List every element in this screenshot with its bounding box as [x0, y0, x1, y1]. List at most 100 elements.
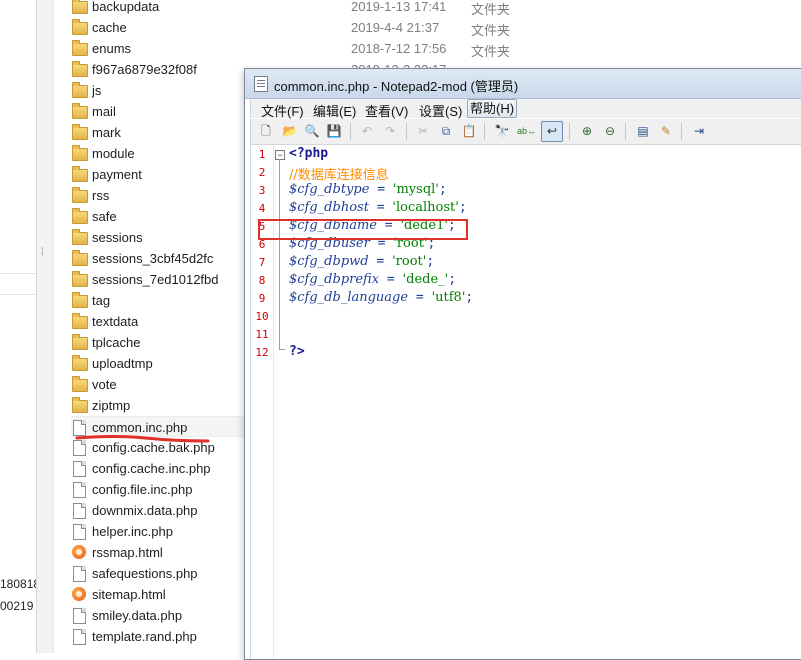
undo-icon[interactable]: ↶	[359, 123, 375, 139]
toolbar-separator	[681, 123, 682, 140]
file-name: smiley.data.php	[92, 608, 183, 623]
code-variable: $cfg_dbtype	[289, 182, 370, 197]
open-file-icon[interactable]: 📂	[282, 123, 298, 139]
line-number: 7	[258, 256, 266, 269]
code-variable: $cfg_db_language	[289, 290, 409, 305]
line-number: 8	[258, 274, 266, 287]
file-name: enums	[92, 41, 132, 56]
file-name: tplcache	[92, 335, 141, 350]
file-name: helper.inc.php	[92, 524, 173, 539]
customize-icon[interactable]: ✎	[658, 123, 674, 139]
line-number: 2	[258, 166, 266, 179]
code-line-9[interactable]: $cfg_db_language = 'utf8';	[289, 290, 473, 308]
file-name: sessions_3cbf45d2fc	[92, 251, 214, 266]
file-icon	[71, 523, 87, 540]
notepad-app-icon	[254, 76, 268, 92]
file-name: config.cache.inc.php	[92, 461, 211, 476]
word-wrap-icon[interactable]: ↩	[541, 121, 563, 142]
folder-row[interactable]: cache 2019-4-4 21:37 文件夹	[71, 17, 510, 38]
file-name: rss	[92, 188, 110, 203]
nav-item-text[interactable]: 00219	[0, 599, 33, 613]
file-icon	[71, 481, 87, 498]
code-variable: $cfg_dbpwd	[289, 254, 369, 269]
fold-toggle-icon[interactable]: −	[275, 150, 285, 160]
find-icon[interactable]: 🔭	[494, 123, 510, 139]
code-line-3[interactable]: $cfg_dbtype = 'mysql';	[289, 182, 447, 200]
code-string: 'root'	[392, 254, 427, 269]
code-line-1[interactable]: <?php	[289, 146, 328, 164]
menu-settings[interactable]: 设置(S)	[417, 101, 464, 120]
fold-guide-end	[279, 349, 285, 350]
folder-icon	[71, 208, 88, 224]
zoom-in-icon[interactable]: ⊕	[579, 123, 595, 139]
red-underline-annotation	[75, 435, 210, 443]
folder-icon	[71, 355, 88, 371]
settings-icon[interactable]: ▤	[635, 123, 651, 139]
paste-icon[interactable]: 📋	[461, 123, 477, 139]
html-file-icon	[71, 544, 87, 560]
folder-icon	[71, 103, 88, 119]
window-titlebar[interactable]: common.inc.php - Notepad2-mod (管理员)	[245, 69, 801, 99]
file-name: ziptmp	[92, 398, 131, 413]
line-number: 12	[255, 346, 269, 359]
file-icon	[71, 565, 87, 582]
file-name: module	[92, 146, 135, 161]
code-variable: $cfg_dbhost	[289, 200, 369, 215]
file-type: 文件夹	[471, 2, 511, 17]
file-name: sessions_7ed1012fbd	[92, 272, 219, 287]
pane-splitter[interactable]: ⁞	[36, 0, 54, 653]
folder-icon	[71, 271, 88, 287]
code-line-2[interactable]: //数据库连接信息	[289, 164, 389, 183]
splitter-grip-icon[interactable]: ⁞	[41, 248, 48, 258]
replace-icon[interactable]: ab↔	[517, 123, 536, 139]
menu-file[interactable]: 文件(F)	[259, 101, 306, 120]
toolbar-separator	[350, 123, 351, 140]
menu-view[interactable]: 查看(V)	[363, 101, 410, 120]
file-icon	[71, 502, 87, 519]
cut-icon[interactable]: ✂	[415, 123, 431, 139]
notepad2-window[interactable]: common.inc.php - Notepad2-mod (管理员) 文件(F…	[244, 68, 801, 660]
code-line-7[interactable]: $cfg_dbpwd = 'root';	[289, 254, 434, 272]
file-name: config.file.inc.php	[92, 482, 193, 497]
folder-row[interactable]: backupdata 2019-1-13 17:41 文件夹	[71, 0, 510, 17]
exit-icon[interactable]: ⇥	[691, 123, 707, 139]
save-icon[interactable]: 💾	[326, 123, 342, 139]
toolbar: 🗋 📂 🔍 💾 ↶ ↷ ✂ ⧉ 📋 🔭 ab↔ ↩ ⊕ ⊖ ▤ ✎ ⇥	[250, 119, 801, 145]
folder-row[interactable]: enums 2018-7-12 17:56 文件夹	[71, 38, 510, 59]
file-icon	[71, 607, 87, 624]
file-name: common.inc.php	[92, 420, 188, 435]
folder-icon	[71, 166, 88, 182]
menu-help[interactable]: 帮助(H)	[467, 99, 518, 118]
window-title: common.inc.php - Notepad2-mod (管理员)	[274, 79, 519, 94]
file-name: template.rand.php	[92, 629, 197, 644]
folder-icon	[71, 397, 88, 413]
folder-icon	[71, 229, 88, 245]
code-line-12[interactable]: ?>	[289, 344, 305, 362]
file-icon	[71, 419, 87, 436]
zoom-out-icon[interactable]: ⊖	[602, 123, 618, 139]
copy-icon[interactable]: ⧉	[438, 123, 454, 139]
menu-edit[interactable]: 编辑(E)	[311, 101, 358, 120]
file-name: tag	[92, 293, 111, 308]
file-name: uploadtmp	[92, 356, 153, 371]
file-name: payment	[92, 167, 142, 182]
file-name: rssmap.html	[92, 545, 163, 560]
folder-icon	[71, 334, 88, 350]
file-name: safe	[92, 209, 117, 224]
code-line-8[interactable]: $cfg_dbprefix = 'dede_';	[289, 272, 456, 290]
file-date: 2019-4-4 21:37	[351, 20, 440, 35]
redo-icon[interactable]: ↷	[382, 123, 398, 139]
red-highlight-annotation	[258, 219, 468, 240]
pane-divider	[0, 294, 36, 295]
code-line-4[interactable]: $cfg_dbhost = 'localhost';	[289, 200, 467, 218]
file-name: mail	[92, 104, 116, 119]
new-file-icon[interactable]: 🗋	[258, 123, 274, 139]
code-semicolon: ;	[438, 182, 447, 197]
nav-item-text[interactable]: 180818	[0, 577, 40, 591]
code-string: 'utf8'	[431, 290, 466, 305]
code-editor[interactable]: 1 2 3 4 5 6 7 8 9 10 11 12 − <?php //数据库连接信息 $cfg_d…	[250, 145, 801, 659]
file-date: 2019-1-13 17:41	[351, 0, 447, 14]
browse-icon[interactable]: 🔍	[304, 123, 320, 139]
code-semicolon: ;	[458, 200, 467, 215]
code-operator: =	[368, 254, 393, 269]
